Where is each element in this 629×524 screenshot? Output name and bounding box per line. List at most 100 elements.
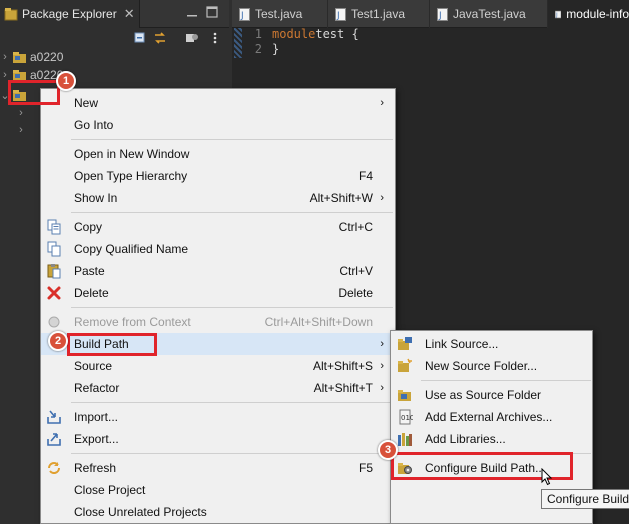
menu-item-label: Add External Archives... (425, 410, 553, 424)
shortcut-label: F4 (358, 169, 373, 183)
gutter-change-marker (234, 28, 242, 58)
menu-separator (71, 307, 393, 308)
tree-child-item[interactable]: › (16, 104, 26, 122)
libraries-icon (398, 433, 412, 446)
package-explorer-icon (4, 8, 18, 21)
menu-item-label: Add Libraries... (425, 432, 506, 446)
submenu-arrow-icon: › (380, 382, 384, 394)
mouse-cursor-icon (541, 468, 553, 486)
remove-context-icon (48, 316, 60, 328)
step-badge-1: 1 (56, 71, 76, 91)
view-menu-icon[interactable] (208, 31, 222, 45)
tab-label: Test.java (255, 7, 303, 21)
menu-item-paste[interactable]: Paste Ctrl+V (41, 260, 395, 282)
code-text: } (272, 42, 280, 56)
menu-item-go-into[interactable]: Go Into (41, 114, 395, 136)
link-with-editor-icon[interactable] (153, 31, 167, 45)
java-file-icon: J (335, 7, 346, 21)
menu-item-new[interactable]: New › (41, 92, 395, 114)
shortcut-label: Delete (338, 286, 373, 300)
minimize-icon[interactable] (186, 6, 198, 18)
tab-label: JavaTest.java (453, 7, 526, 21)
tab-module-info[interactable]: J module-info (548, 0, 629, 28)
menu-item-copy[interactable]: Copy Ctrl+C (41, 216, 395, 238)
code-line: 1 module test { (246, 27, 359, 43)
tab-javatest-java[interactable]: J JavaTest.java (430, 0, 548, 28)
menu-item-label: Refresh (74, 461, 117, 475)
menu-item-new-source-folder[interactable]: New Source Folder... (391, 355, 592, 377)
step-badge-2: 2 (48, 331, 68, 351)
new-source-folder-icon (398, 358, 412, 372)
menu-item-label: Go Into (74, 118, 114, 132)
line-number: 1 (254, 27, 262, 41)
menu-item-label: Close Unrelated Projects (74, 505, 207, 519)
editor-tabbar: J Test.java J Test1.java J JavaTest.java… (232, 0, 629, 28)
menu-item-close-project[interactable]: Close Project (41, 479, 395, 501)
menu-item-refresh[interactable]: Refresh F5 (41, 457, 395, 479)
tree-item[interactable]: › a0220 (0, 48, 63, 66)
package-explorer-tabbar: Package Explorer ✕ (0, 0, 229, 28)
menu-item-label: Refactor (74, 381, 120, 395)
menu-item-close-unrelated-projects[interactable]: Close Unrelated Projects (41, 501, 395, 523)
menu-item-label: Paste (74, 264, 105, 278)
menu-item-show-in[interactable]: Show In Alt+Shift+W › (41, 187, 395, 209)
menu-item-export[interactable]: Export... (41, 428, 395, 450)
shortcut-label: Alt+Shift+S (312, 359, 373, 373)
chevron-right-icon[interactable]: › (16, 107, 26, 119)
menu-item-label: Copy (74, 220, 103, 234)
menu-item-copy-qualified-name[interactable]: Copy Qualified Name (41, 238, 395, 260)
menu-item-label: New (74, 96, 99, 110)
copy-icon (47, 219, 61, 235)
menu-item-label: Remove from Context (74, 315, 191, 329)
chevron-right-icon[interactable]: › (0, 51, 10, 63)
delete-icon (47, 286, 61, 300)
code-text: test { (315, 27, 359, 41)
menu-item-open-new-window[interactable]: Open in New Window (41, 143, 395, 165)
code-keyword: module (272, 27, 316, 41)
menu-item-label: Link Source... (425, 337, 499, 351)
menu-item-remove-from-context: Remove from Context Ctrl+Alt+Shift+Down (41, 311, 395, 333)
maximize-icon[interactable] (206, 6, 218, 18)
tab-test1-java[interactable]: J Test1.java (328, 0, 430, 28)
svg-text:010: 010 (401, 414, 413, 422)
submenu-arrow-icon: › (380, 192, 384, 204)
svg-text:J: J (438, 11, 442, 21)
menu-separator (71, 139, 393, 140)
menu-separator (71, 402, 393, 403)
tab-test-java[interactable]: J Test.java (232, 0, 328, 28)
archive-icon: 010 (399, 409, 413, 425)
tab-title: Package Explorer (22, 7, 117, 21)
package-explorer-toolbar (0, 28, 229, 48)
menu-item-open-type-hierarchy[interactable]: Open Type Hierarchy F4 (41, 165, 395, 187)
shortcut-label: Ctrl+C (338, 220, 373, 234)
svg-text:J: J (336, 11, 340, 21)
callout-box-project (8, 80, 60, 105)
menu-item-refactor[interactable]: Refactor Alt+Shift+T › (41, 377, 395, 399)
menu-item-label: Use as Source Folder (425, 388, 542, 402)
shortcut-label: Ctrl+Alt+Shift+Down (264, 315, 373, 329)
menu-item-use-as-source-folder[interactable]: Use as Source Folder (391, 384, 592, 406)
copy-qualified-icon (47, 241, 61, 257)
menu-item-add-external-archives[interactable]: 010 Add External Archives... (391, 406, 592, 428)
submenu-arrow-icon: › (380, 360, 384, 372)
close-icon[interactable]: ✕ (124, 6, 135, 22)
refresh-icon (48, 462, 60, 474)
menu-item-delete[interactable]: Delete Delete (41, 282, 395, 304)
menu-item-import[interactable]: Import... (41, 406, 395, 428)
menu-separator (71, 453, 393, 454)
tree-child-item[interactable]: › (16, 121, 26, 139)
context-menu: New › Go Into Open in New Window Open Ty… (40, 88, 396, 524)
tab-package-explorer[interactable]: Package Explorer ✕ (0, 0, 140, 28)
menu-item-label: Import... (74, 410, 119, 424)
tab-label: module-info (566, 7, 629, 21)
submenu-arrow-icon: › (380, 97, 384, 109)
export-icon (47, 433, 61, 446)
menu-item-source[interactable]: Source Alt+Shift+S › (41, 355, 395, 377)
menu-item-label: New Source Folder... (425, 359, 538, 373)
chevron-right-icon[interactable]: › (16, 124, 26, 136)
collapse-all-icon[interactable] (133, 31, 147, 45)
focus-icon[interactable] (185, 31, 199, 45)
menu-item-link-source[interactable]: Link Source... (391, 333, 592, 355)
menu-item-label: Source (74, 359, 113, 373)
menu-item-add-libraries[interactable]: Add Libraries... (391, 428, 592, 450)
